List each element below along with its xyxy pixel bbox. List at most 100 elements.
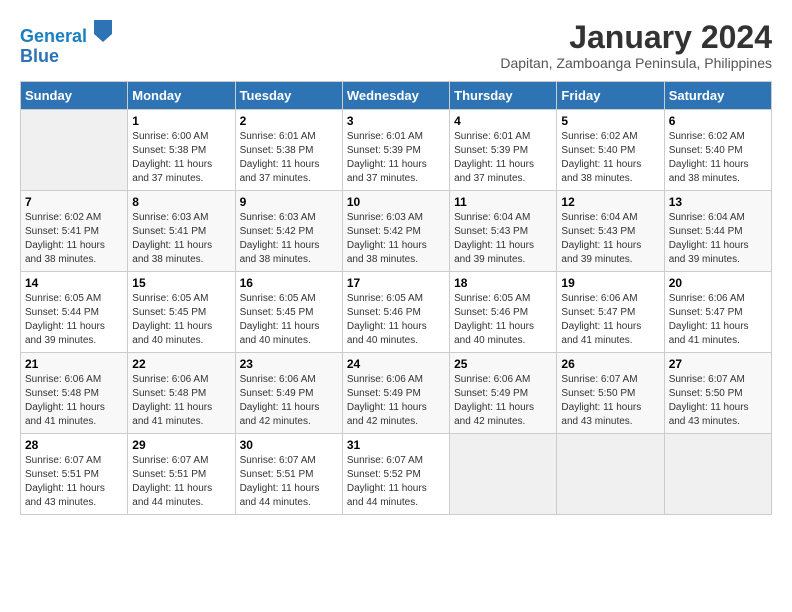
calendar-cell: 4 Sunrise: 6:01 AM Sunset: 5:39 PM Daylig… — [450, 110, 557, 191]
day-number: 14 — [25, 276, 123, 290]
day-info: Sunrise: 6:07 AM Sunset: 5:50 PM Dayligh… — [669, 373, 767, 429]
calendar-cell: 30Sunrise: 6:07 AM Sunset: 5:51 PM Dayli… — [235, 434, 342, 515]
day-info: Sunrise: 6:05 AM Sunset: 5:45 PM Dayligh… — [240, 292, 338, 348]
day-number: 18 — [454, 276, 552, 290]
day-number: 29 — [132, 438, 230, 452]
day-number: 10 — [347, 195, 445, 209]
day-info: Sunrise: 6:06 AM Sunset: 5:49 PM Dayligh… — [454, 373, 552, 429]
calendar-body: 1 Sunrise: 6:00 AM Sunset: 5:38 PM Daylig… — [21, 110, 772, 515]
calendar-cell: 27 Sunrise: 6:07 AM Sunset: 5:50 PM Dayli… — [664, 353, 771, 434]
day-of-week-header: Saturday — [664, 82, 771, 110]
days-of-week-row: SundayMondayTuesdayWednesdayThursdayFrid… — [21, 82, 772, 110]
calendar-cell — [557, 434, 664, 515]
day-info: Sunrise: 6:07 AM Sunset: 5:50 PM Dayligh… — [561, 373, 659, 429]
calendar-cell: 20Sunrise: 6:06 AM Sunset: 5:47 PM Dayli… — [664, 272, 771, 353]
day-info: Sunrise: 6:01 AM Sunset: 5:39 PM Dayligh… — [454, 130, 552, 186]
day-info: Sunrise: 6:06 AM Sunset: 5:48 PM Dayligh… — [25, 373, 123, 429]
day-number: 4 — [454, 114, 552, 128]
day-info: Sunrise: 6:04 AM Sunset: 5:43 PM Dayligh… — [561, 211, 659, 267]
day-info: Sunrise: 6:05 AM Sunset: 5:45 PM Dayligh… — [132, 292, 230, 348]
day-info: Sunrise: 6:07 AM Sunset: 5:52 PM Dayligh… — [347, 454, 445, 510]
day-info: Sunrise: 6:00 AM Sunset: 5:38 PM Dayligh… — [132, 130, 230, 186]
day-number: 17 — [347, 276, 445, 290]
calendar-week-row: 7 Sunrise: 6:02 AM Sunset: 5:41 PM Daylig… — [21, 191, 772, 272]
day-number: 3 — [347, 114, 445, 128]
calendar-cell: 23 Sunrise: 6:06 AM Sunset: 5:49 PM Dayli… — [235, 353, 342, 434]
day-number: 16 — [240, 276, 338, 290]
calendar-cell: 28 Sunrise: 6:07 AM Sunset: 5:51 PM Dayli… — [21, 434, 128, 515]
day-info: Sunrise: 6:06 AM Sunset: 5:49 PM Dayligh… — [240, 373, 338, 429]
calendar-cell: 24 Sunrise: 6:06 AM Sunset: 5:49 PM Dayli… — [342, 353, 449, 434]
logo-line1: General — [20, 26, 87, 46]
day-number: 23 — [240, 357, 338, 371]
day-number: 30 — [240, 438, 338, 452]
calendar-cell: 8 Sunrise: 6:03 AM Sunset: 5:41 PM Daylig… — [128, 191, 235, 272]
day-number: 31 — [347, 438, 445, 452]
calendar-cell: 6 Sunrise: 6:02 AM Sunset: 5:40 PM Daylig… — [664, 110, 771, 191]
calendar-cell: 31 Sunrise: 6:07 AM Sunset: 5:52 PM Dayli… — [342, 434, 449, 515]
day-number: 21 — [25, 357, 123, 371]
calendar-cell: 14Sunrise: 6:05 AM Sunset: 5:44 PM Dayli… — [21, 272, 128, 353]
day-info: Sunrise: 6:02 AM Sunset: 5:41 PM Dayligh… — [25, 211, 123, 267]
calendar-cell — [21, 110, 128, 191]
day-of-week-header: Wednesday — [342, 82, 449, 110]
page-header: General Blue January 2024 Dapitan, Zambo… — [20, 20, 772, 71]
calendar-cell: 19 Sunrise: 6:06 AM Sunset: 5:47 PM Dayli… — [557, 272, 664, 353]
day-number: 12 — [561, 195, 659, 209]
calendar-cell: 16 Sunrise: 6:05 AM Sunset: 5:45 PM Dayli… — [235, 272, 342, 353]
calendar-cell: 3Sunrise: 6:01 AM Sunset: 5:39 PM Daylig… — [342, 110, 449, 191]
day-number: 27 — [669, 357, 767, 371]
calendar-week-row: 14Sunrise: 6:05 AM Sunset: 5:44 PM Dayli… — [21, 272, 772, 353]
calendar-cell: 1 Sunrise: 6:00 AM Sunset: 5:38 PM Daylig… — [128, 110, 235, 191]
calendar-cell: 7 Sunrise: 6:02 AM Sunset: 5:41 PM Daylig… — [21, 191, 128, 272]
day-info: Sunrise: 6:07 AM Sunset: 5:51 PM Dayligh… — [25, 454, 123, 510]
calendar-title: January 2024 — [500, 20, 772, 55]
day-number: 15 — [132, 276, 230, 290]
day-info: Sunrise: 6:05 AM Sunset: 5:46 PM Dayligh… — [454, 292, 552, 348]
day-number: 8 — [132, 195, 230, 209]
calendar-cell: 18 Sunrise: 6:05 AM Sunset: 5:46 PM Dayli… — [450, 272, 557, 353]
day-number: 25 — [454, 357, 552, 371]
day-info: Sunrise: 6:04 AM Sunset: 5:44 PM Dayligh… — [669, 211, 767, 267]
calendar-week-row: 1 Sunrise: 6:00 AM Sunset: 5:38 PM Daylig… — [21, 110, 772, 191]
calendar-cell: 17 Sunrise: 6:05 AM Sunset: 5:46 PM Dayli… — [342, 272, 449, 353]
calendar-cell: 12 Sunrise: 6:04 AM Sunset: 5:43 PM Dayli… — [557, 191, 664, 272]
day-info: Sunrise: 6:06 AM Sunset: 5:47 PM Dayligh… — [561, 292, 659, 348]
calendar-table: SundayMondayTuesdayWednesdayThursdayFrid… — [20, 81, 772, 515]
day-number: 28 — [25, 438, 123, 452]
day-of-week-header: Sunday — [21, 82, 128, 110]
day-number: 24 — [347, 357, 445, 371]
calendar-cell: 13 Sunrise: 6:04 AM Sunset: 5:44 PM Dayli… — [664, 191, 771, 272]
day-number: 2 — [240, 114, 338, 128]
day-of-week-header: Tuesday — [235, 82, 342, 110]
day-info: Sunrise: 6:07 AM Sunset: 5:51 PM Dayligh… — [132, 454, 230, 510]
calendar-cell: 11Sunrise: 6:04 AM Sunset: 5:43 PM Dayli… — [450, 191, 557, 272]
calendar-cell: 25 Sunrise: 6:06 AM Sunset: 5:49 PM Dayli… — [450, 353, 557, 434]
calendar-week-row: 21 Sunrise: 6:06 AM Sunset: 5:48 PM Dayli… — [21, 353, 772, 434]
calendar-cell: 5Sunrise: 6:02 AM Sunset: 5:40 PM Daylig… — [557, 110, 664, 191]
logo-line2: Blue — [20, 46, 59, 66]
day-number: 7 — [25, 195, 123, 209]
day-of-week-header: Thursday — [450, 82, 557, 110]
day-number: 22 — [132, 357, 230, 371]
day-number: 9 — [240, 195, 338, 209]
day-info: Sunrise: 6:01 AM Sunset: 5:38 PM Dayligh… — [240, 130, 338, 186]
day-info: Sunrise: 6:02 AM Sunset: 5:40 PM Dayligh… — [669, 130, 767, 186]
day-info: Sunrise: 6:06 AM Sunset: 5:49 PM Dayligh… — [347, 373, 445, 429]
logo-icon — [94, 20, 112, 42]
day-info: Sunrise: 6:02 AM Sunset: 5:40 PM Dayligh… — [561, 130, 659, 186]
calendar-week-row: 28 Sunrise: 6:07 AM Sunset: 5:51 PM Dayli… — [21, 434, 772, 515]
calendar-cell — [664, 434, 771, 515]
calendar-cell: 22Sunrise: 6:06 AM Sunset: 5:48 PM Dayli… — [128, 353, 235, 434]
day-info: Sunrise: 6:05 AM Sunset: 5:46 PM Dayligh… — [347, 292, 445, 348]
day-number: 1 — [132, 114, 230, 128]
calendar-cell: 2 Sunrise: 6:01 AM Sunset: 5:38 PM Daylig… — [235, 110, 342, 191]
day-number: 13 — [669, 195, 767, 209]
title-block: January 2024 Dapitan, Zamboanga Peninsul… — [500, 20, 772, 71]
day-of-week-header: Friday — [557, 82, 664, 110]
day-number: 19 — [561, 276, 659, 290]
day-number: 26 — [561, 357, 659, 371]
logo-text: General Blue — [20, 20, 112, 67]
day-number: 6 — [669, 114, 767, 128]
day-info: Sunrise: 6:03 AM Sunset: 5:41 PM Dayligh… — [132, 211, 230, 267]
